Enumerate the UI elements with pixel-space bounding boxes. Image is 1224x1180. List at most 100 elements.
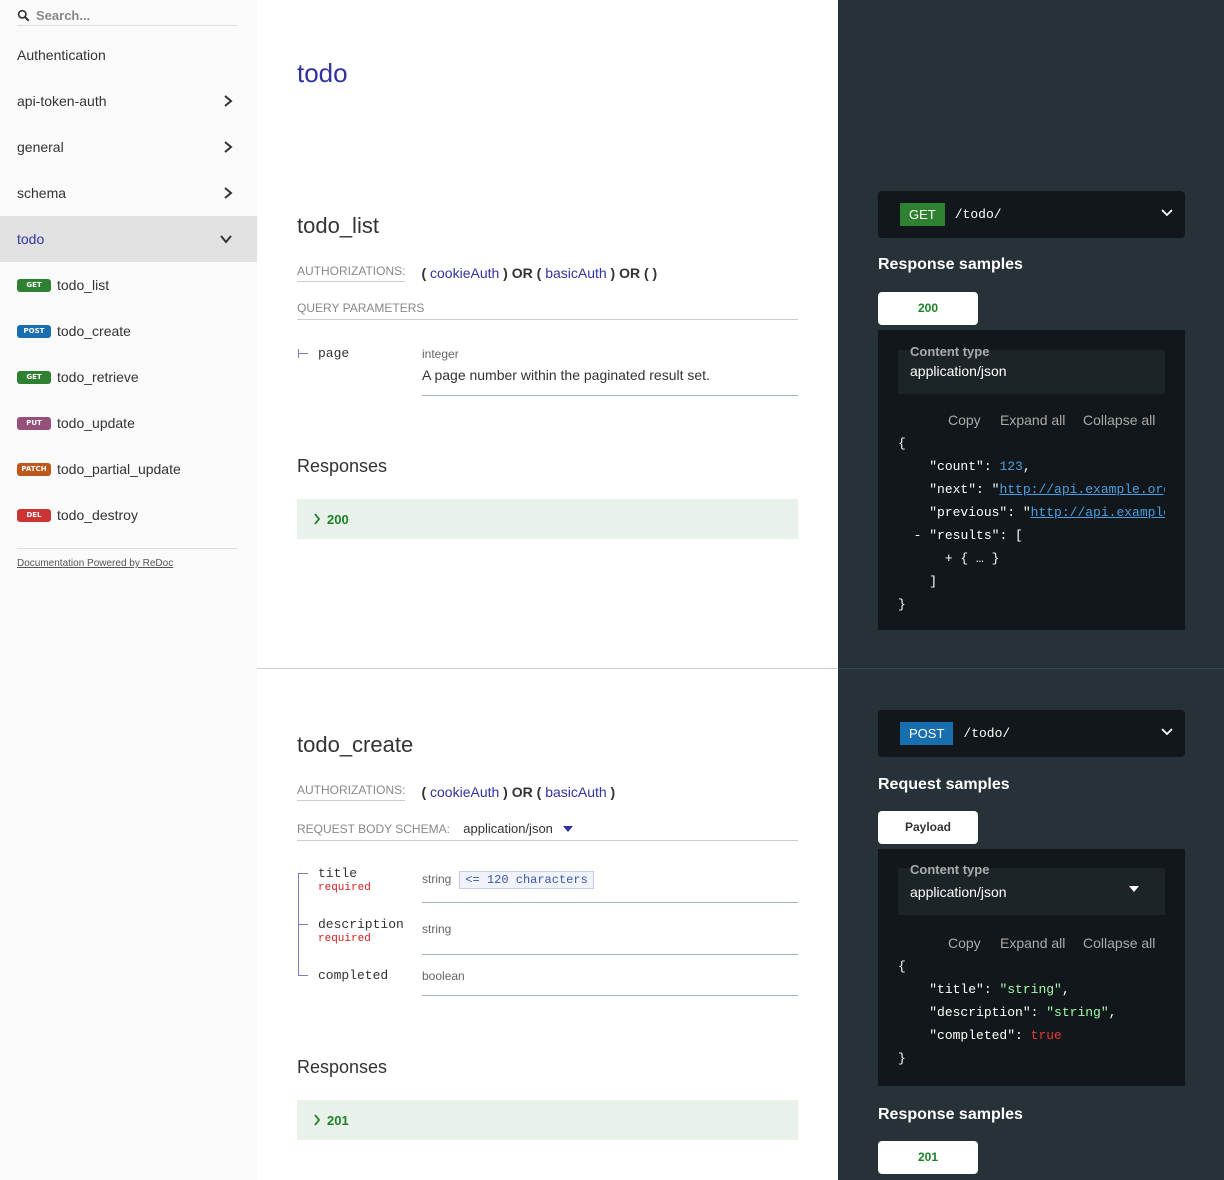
sidebar-item-label: schema bbox=[17, 185, 67, 201]
tree-line bbox=[298, 975, 308, 976]
content-type-select[interactable]: Content type application/json bbox=[898, 862, 1165, 915]
caret-down-icon bbox=[562, 826, 573, 832]
body-type-value: application/json bbox=[463, 821, 553, 836]
field-type: string <= 120 characters bbox=[422, 871, 594, 889]
content-type-box: Content type application/json bbox=[898, 344, 1165, 394]
request-samples-title: Request samples bbox=[878, 776, 1010, 793]
copy-button[interactable]: Copy bbox=[948, 935, 981, 951]
powered-by-link[interactable]: Documentation Powered by ReDoc bbox=[17, 558, 173, 569]
expand-all-button[interactable]: Expand all bbox=[1000, 412, 1065, 428]
section-divider bbox=[838, 668, 1224, 669]
tab-200[interactable]: 200 bbox=[878, 292, 978, 325]
param-divider bbox=[422, 995, 798, 996]
cookie-auth-link[interactable]: cookieAuth bbox=[430, 265, 499, 281]
param-name: page bbox=[318, 346, 350, 361]
sidebar-item-schema[interactable]: schema bbox=[0, 170, 257, 216]
endpoint-box[interactable]: POST /todo/ bbox=[878, 710, 1185, 757]
method-badge-put: PUT bbox=[17, 416, 51, 430]
cookie-auth-link[interactable]: cookieAuth bbox=[430, 784, 499, 800]
response-code: 201 bbox=[327, 1112, 349, 1128]
collapse-all-button[interactable]: Collapse all bbox=[1083, 412, 1155, 428]
tab-201[interactable]: 201 bbox=[878, 1141, 978, 1174]
basic-auth-link[interactable]: basicAuth bbox=[545, 265, 606, 281]
sidebar-item-todo[interactable]: todo bbox=[0, 216, 257, 262]
tree-line bbox=[298, 873, 308, 874]
sidebar-op-todo-partial-update[interactable]: PATCH todo_partial_update bbox=[0, 446, 257, 492]
field-type: string bbox=[422, 922, 452, 936]
collapse-toggle[interactable]: - bbox=[906, 528, 922, 543]
response-samples-title: Response samples bbox=[878, 256, 1023, 273]
code-completed-value: true bbox=[1030, 1028, 1062, 1043]
method-label: POST bbox=[900, 722, 954, 745]
authorizations-value: ( cookieAuth ) OR ( basicAuth ) OR ( ) bbox=[421, 265, 658, 281]
operation-title: todo_list bbox=[297, 213, 379, 238]
endpoint-box[interactable]: GET /todo/ bbox=[878, 191, 1185, 238]
response-201-row[interactable]: 201 bbox=[297, 1100, 798, 1140]
expand-all-button[interactable]: Expand all bbox=[1000, 935, 1065, 951]
method-badge-delete: DEL bbox=[17, 508, 51, 522]
field-name: description bbox=[318, 917, 404, 932]
response-200-row[interactable]: 200 bbox=[297, 499, 798, 539]
code-description-value: "string" bbox=[1046, 1005, 1109, 1020]
section-divider bbox=[257, 668, 838, 669]
tab-payload[interactable]: Payload bbox=[878, 811, 978, 844]
code-next-url[interactable]: http://api.example.org bbox=[999, 482, 1165, 497]
chevron-right-icon bbox=[314, 513, 321, 525]
method-badge-get: GET bbox=[17, 278, 51, 292]
chevron-right-icon bbox=[224, 187, 233, 199]
copy-button[interactable]: Copy bbox=[948, 412, 981, 428]
tag-title: todo bbox=[297, 58, 348, 88]
sidebar-item-api-token-auth[interactable]: api-token-auth bbox=[0, 78, 257, 124]
collapse-all-button[interactable]: Collapse all bbox=[1083, 935, 1155, 951]
param-description: A page number within the paginated resul… bbox=[422, 367, 710, 383]
code-title-value: "string" bbox=[999, 982, 1062, 997]
authorizations-row: AUTHORIZATIONS: ( cookieAuth ) OR ( basi… bbox=[297, 264, 657, 282]
chevron-down-icon bbox=[1161, 209, 1173, 217]
tree-line bbox=[298, 924, 308, 925]
sidebar-op-label: todo_retrieve bbox=[57, 369, 139, 385]
chevron-right-icon bbox=[314, 1114, 321, 1126]
sidebar-op-todo-list[interactable]: GET todo_list bbox=[0, 262, 257, 308]
param-divider bbox=[422, 954, 798, 955]
request-body-row: REQUEST BODY SCHEMA: application/json bbox=[297, 821, 798, 841]
sidebar-op-todo-create[interactable]: POST todo_create bbox=[0, 308, 257, 354]
query-parameters-label: QUERY PARAMETERS bbox=[297, 301, 798, 320]
chevron-right-icon bbox=[224, 141, 233, 153]
content-type-value: application/json bbox=[910, 363, 1007, 379]
search-input[interactable]: Search... bbox=[36, 8, 90, 23]
endpoint-path: /todo/ bbox=[963, 726, 1011, 741]
sidebar-op-todo-update[interactable]: PUT todo_update bbox=[0, 400, 257, 446]
sidebar-item-authentication[interactable]: Authentication bbox=[0, 32, 257, 78]
chevron-right-icon bbox=[224, 95, 233, 107]
expand-toggle[interactable]: + bbox=[945, 551, 953, 566]
field-name: title bbox=[318, 866, 358, 881]
sidebar-item-label: todo bbox=[17, 231, 45, 247]
code-sample: { "count": 123, "next": "http://api.exam… bbox=[898, 432, 1165, 616]
param-type: integer bbox=[422, 347, 459, 361]
chevron-down-icon bbox=[1161, 728, 1173, 736]
tree-line bbox=[298, 349, 299, 358]
caret-down-icon bbox=[1129, 886, 1139, 892]
search-icon bbox=[17, 9, 30, 22]
authorizations-label: AUTHORIZATIONS: bbox=[297, 783, 406, 801]
sidebar-op-todo-retrieve[interactable]: GET todo_retrieve bbox=[0, 354, 257, 400]
response-sample-panel: Content type application/json Copy Expan… bbox=[878, 330, 1185, 630]
content-type-label: Content type bbox=[910, 862, 990, 877]
basic-auth-link[interactable]: basicAuth bbox=[545, 784, 606, 800]
sidebar: Search... Authentication api-token-auth … bbox=[0, 0, 257, 1180]
sidebar-op-todo-destroy[interactable]: DEL todo_destroy bbox=[0, 492, 257, 538]
endpoint-path: /todo/ bbox=[954, 207, 1002, 222]
authorizations-row: AUTHORIZATIONS: ( cookieAuth ) OR ( basi… bbox=[297, 783, 615, 801]
code-previous-url[interactable]: http://api.example.org bbox=[1031, 505, 1165, 520]
method-badge-get: GET bbox=[17, 370, 51, 384]
search-box[interactable]: Search... bbox=[17, 6, 237, 26]
request-body-label: REQUEST BODY SCHEMA: bbox=[297, 822, 450, 836]
operation-title: todo_create bbox=[297, 732, 414, 757]
response-samples-title: Response samples bbox=[878, 1106, 1023, 1123]
sidebar-item-general[interactable]: general bbox=[0, 124, 257, 170]
required-label: required bbox=[318, 882, 371, 894]
code-count-value: 123 bbox=[999, 459, 1023, 474]
chevron-down-icon bbox=[220, 235, 232, 244]
body-type-select[interactable]: application/json bbox=[463, 821, 573, 836]
sidebar-item-label: api-token-auth bbox=[17, 93, 107, 109]
